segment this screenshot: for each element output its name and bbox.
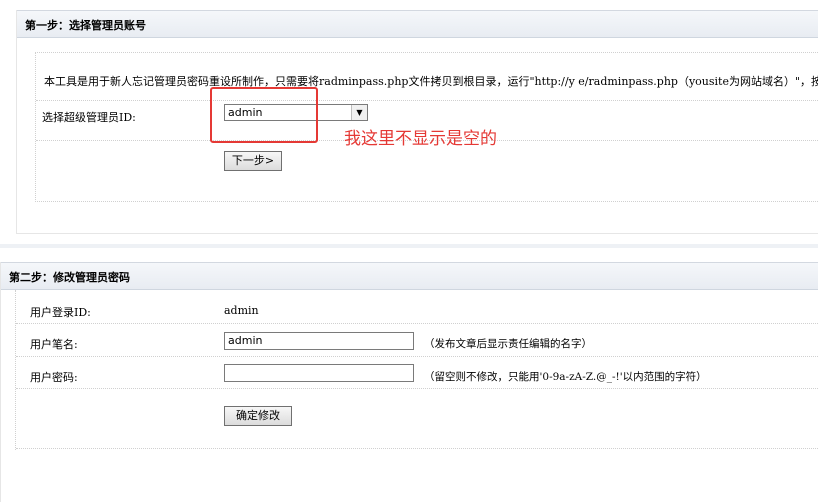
next-step-button[interactable]: 下一步>: [224, 151, 282, 171]
annotation-highlight-box: [210, 87, 318, 143]
pen-name-hint: （发布文章后显示责任编辑的名字）: [424, 338, 592, 350]
step2-panel: 第二步：修改管理员密码 用户登录ID: admin 用户笔名: admin （发…: [0, 262, 818, 502]
password-input[interactable]: [224, 364, 414, 382]
step2-form: 用户登录ID: admin 用户笔名: admin （发布文章后显示责任编辑的名…: [15, 290, 818, 450]
section-separator: [0, 244, 818, 248]
password-hint: （留空则不修改，只能用'0-9a-zA-Z.@_-!'以内范围的字符）: [424, 371, 707, 383]
password-label: 用户密码:: [30, 371, 78, 384]
select-admin-label: 选择超级管理员ID:: [42, 111, 136, 124]
tool-description: 本工具是用于新人忘记管理员密码重设所制作，只需要将radminpass.php文…: [44, 75, 818, 88]
row-divider: [16, 356, 818, 357]
pen-name-label: 用户笔名:: [30, 338, 78, 351]
confirm-change-button[interactable]: 确定修改: [224, 406, 292, 426]
pen-name-input[interactable]: admin: [224, 332, 414, 350]
login-id-label: 用户登录ID:: [30, 306, 91, 319]
chevron-down-icon[interactable]: ▼: [351, 105, 367, 120]
step1-panel: 第一步：选择管理员账号 本工具是用于新人忘记管理员密码重设所制作，只需要将rad…: [16, 10, 818, 234]
login-id-value: admin: [224, 304, 259, 317]
step2-title: 第二步：修改管理员密码: [9, 271, 130, 284]
annotation-text: 我这里不显示是空的: [344, 129, 497, 149]
step2-title-bar: 第二步：修改管理员密码: [1, 262, 818, 290]
row-divider: [16, 323, 818, 324]
step1-title-bar: 第一步：选择管理员账号: [17, 10, 818, 38]
row-divider: [36, 100, 818, 101]
step1-title: 第一步：选择管理员账号: [25, 19, 146, 32]
row-divider: [16, 448, 818, 449]
row-divider: [16, 388, 818, 389]
